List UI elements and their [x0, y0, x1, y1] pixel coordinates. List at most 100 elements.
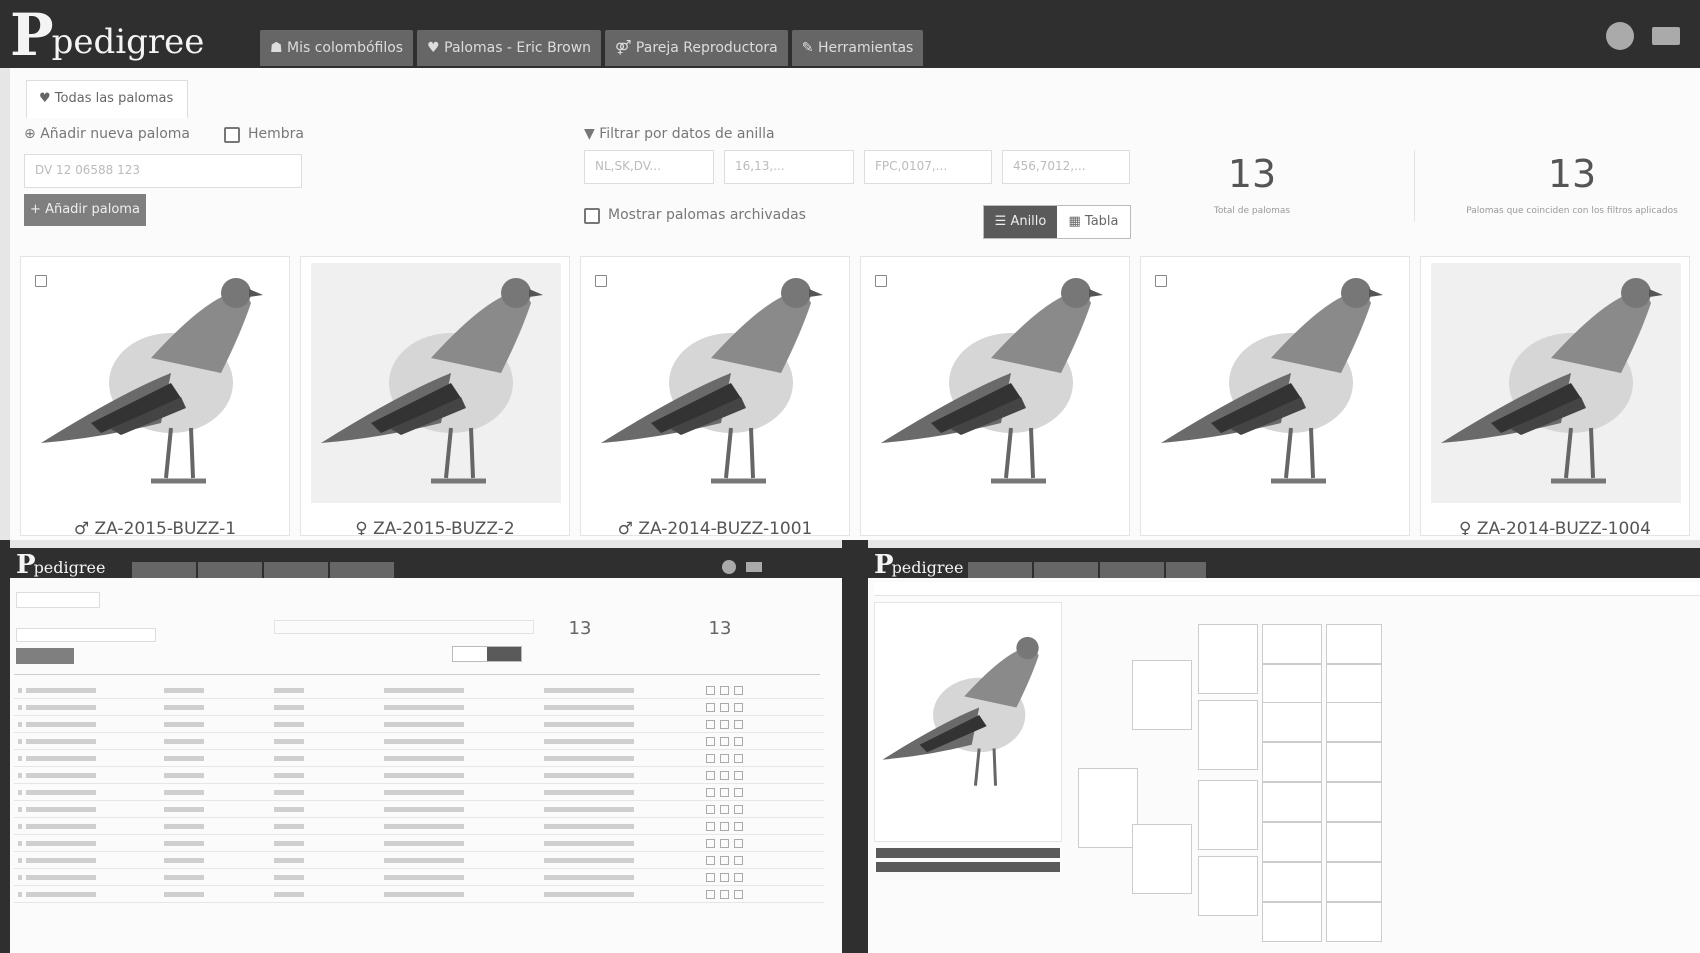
pigeon-photo[interactable] [1151, 263, 1401, 503]
pedigree-box[interactable] [1262, 702, 1322, 742]
ring-number-label[interactable]: ♂ ZA-2015-BUZZ-1 [31, 519, 279, 535]
row-action-icon[interactable] [734, 771, 743, 780]
pedigree-box[interactable] [1262, 902, 1322, 942]
table-row[interactable] [14, 682, 824, 699]
nav-breeding-pair[interactable]: ⚤ Pareja Reproductora [605, 30, 788, 66]
row-action-icon[interactable] [734, 737, 743, 746]
row-action-icon[interactable] [706, 788, 715, 797]
row-action-icon[interactable] [706, 720, 715, 729]
table-row[interactable] [14, 750, 824, 767]
row-action-icon[interactable] [734, 856, 743, 865]
row-action-icon[interactable] [720, 737, 729, 746]
table-row[interactable] [14, 716, 824, 733]
table-row[interactable] [14, 784, 824, 801]
row-action-icon[interactable] [706, 856, 715, 865]
pigeon-photo[interactable] [871, 263, 1121, 503]
pigeon-photo[interactable] [1431, 263, 1681, 503]
pedigree-box[interactable] [1326, 862, 1382, 902]
row-action-icon[interactable] [720, 805, 729, 814]
row-action-icon[interactable] [734, 873, 743, 882]
pigeon-card[interactable]: ♂ ZA-2015-BUZZ-1 [20, 256, 290, 536]
row-action-icon[interactable] [706, 822, 715, 831]
pigeon-card[interactable] [1140, 256, 1410, 536]
pedigree-box[interactable] [1326, 902, 1382, 942]
show-archived-checkbox[interactable] [584, 208, 600, 224]
table-row[interactable] [14, 852, 824, 869]
row-action-icon[interactable] [720, 754, 729, 763]
row-action-icon[interactable] [706, 754, 715, 763]
tab-all-pigeons[interactable]: ♥ Todas las palomas [26, 80, 188, 118]
table-row[interactable] [14, 886, 824, 903]
row-action-icon[interactable] [720, 839, 729, 848]
pedigree-box[interactable] [1078, 768, 1138, 848]
female-checkbox[interactable] [224, 127, 240, 143]
row-action-icon[interactable] [720, 771, 729, 780]
table-row[interactable] [14, 835, 824, 852]
ring-number-label[interactable]: ♀ ZA-2015-BUZZ-2 [311, 519, 559, 535]
number-filter-input[interactable]: 456,7012,... [1002, 150, 1130, 184]
app-logo[interactable]: Ppedigree [10, 6, 204, 64]
row-action-icon[interactable] [720, 822, 729, 831]
flag-icon[interactable] [1652, 27, 1680, 45]
ring-number-label[interactable]: ♂ ZA-2014-BUZZ-1001 [591, 519, 839, 535]
row-action-icon[interactable] [706, 737, 715, 746]
row-action-icon[interactable] [734, 839, 743, 848]
table-row[interactable] [14, 818, 824, 835]
nav-breeders[interactable]: ☗ Mis colombófilos [260, 30, 414, 66]
table-row[interactable] [14, 767, 824, 784]
row-action-icon[interactable] [720, 890, 729, 899]
year-filter-input[interactable]: 16,13,... [724, 150, 854, 184]
row-action-icon[interactable] [706, 839, 715, 848]
ring-input[interactable]: DV 12 06588 123 [24, 154, 302, 188]
pedigree-box[interactable] [1198, 624, 1258, 694]
pedigree-box[interactable] [1262, 822, 1322, 862]
pedigree-box[interactable] [1262, 862, 1322, 902]
row-action-icon[interactable] [720, 703, 729, 712]
table-view-button[interactable]: ▦ Tabla [1057, 206, 1130, 238]
pigeon-card[interactable]: ♀ ZA-2015-BUZZ-2 [300, 256, 570, 536]
row-action-icon[interactable] [734, 805, 743, 814]
nav-tools[interactable]: ✎ Herramientas [791, 30, 924, 66]
row-action-icon[interactable] [734, 788, 743, 797]
row-action-icon[interactable] [720, 720, 729, 729]
pedigree-box[interactable] [1326, 702, 1382, 742]
pigeon-photo[interactable] [591, 263, 841, 503]
table-row[interactable] [14, 733, 824, 750]
pigeon-photo[interactable] [31, 263, 281, 503]
pedigree-box[interactable] [1326, 822, 1382, 862]
table-row[interactable] [14, 699, 824, 716]
row-action-icon[interactable] [706, 686, 715, 695]
country-filter-input[interactable]: NL,SK,DV... [584, 150, 714, 184]
pedigree-box[interactable] [1262, 782, 1322, 822]
row-action-icon[interactable] [706, 890, 715, 899]
row-action-icon[interactable] [734, 822, 743, 831]
row-action-icon[interactable] [734, 703, 743, 712]
pedigree-box[interactable] [1262, 664, 1322, 704]
row-action-icon[interactable] [720, 686, 729, 695]
row-action-icon[interactable] [720, 873, 729, 882]
code-filter-input[interactable]: FPC,0107,... [864, 150, 992, 184]
row-action-icon[interactable] [720, 856, 729, 865]
row-action-icon[interactable] [734, 686, 743, 695]
pigeon-card[interactable] [860, 256, 1130, 536]
pedigree-box[interactable] [1198, 780, 1258, 850]
pedigree-box[interactable] [1198, 856, 1258, 916]
nav-pigeons[interactable]: ♥ Palomas - Eric Brown [417, 30, 602, 66]
pedigree-box[interactable] [1326, 742, 1382, 782]
row-action-icon[interactable] [734, 720, 743, 729]
pedigree-box[interactable] [1326, 624, 1382, 664]
grid-view-button[interactable]: ☰ Anillo [984, 206, 1057, 238]
table-row[interactable] [14, 869, 824, 886]
pedigree-box[interactable] [1326, 664, 1382, 704]
pedigree-box[interactable] [1262, 624, 1322, 664]
row-action-icon[interactable] [706, 703, 715, 712]
row-action-icon[interactable] [706, 805, 715, 814]
add-pigeon-button[interactable]: + Añadir paloma [24, 194, 146, 226]
row-action-icon[interactable] [706, 771, 715, 780]
pigeon-photo[interactable] [311, 263, 561, 503]
row-action-icon[interactable] [734, 754, 743, 763]
row-action-icon[interactable] [706, 873, 715, 882]
row-action-icon[interactable] [734, 890, 743, 899]
pigeon-card[interactable]: Invalid Entry ♀ ZA-2014-BUZZ-1004 [1420, 256, 1690, 536]
pedigree-box[interactable] [1326, 782, 1382, 822]
